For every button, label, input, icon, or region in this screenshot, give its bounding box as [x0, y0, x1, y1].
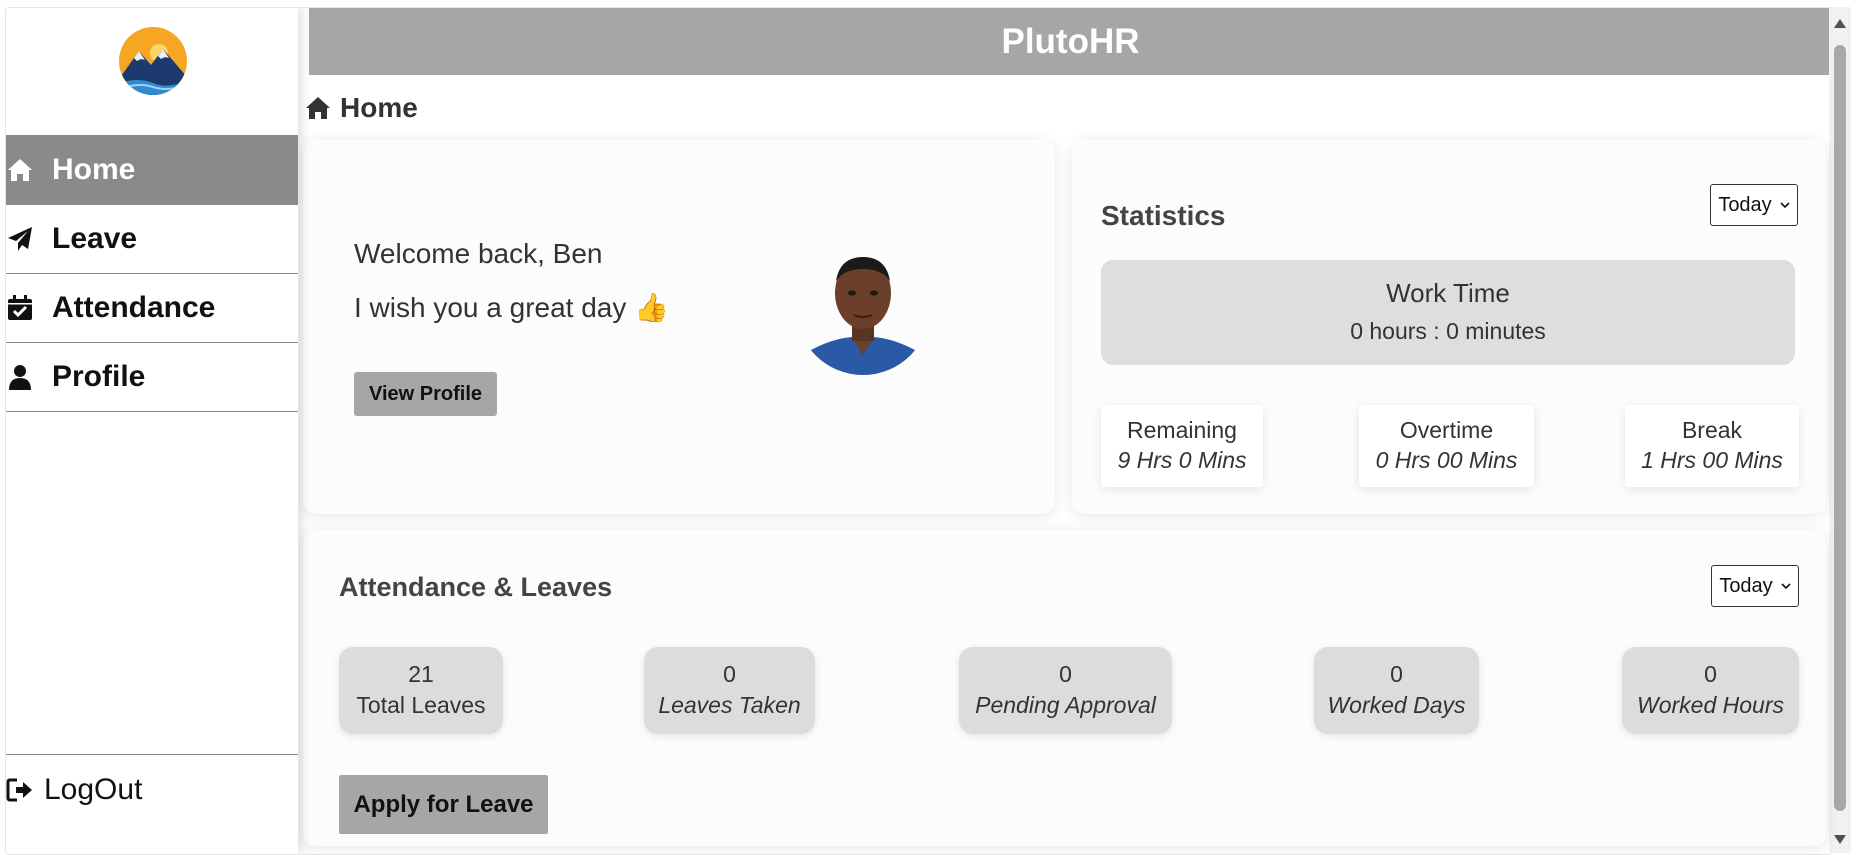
statistics-title: Statistics	[1101, 200, 1226, 231]
leaves-taken-stat: 0 Leaves Taken	[644, 647, 815, 734]
app-title: PlutoHR	[1001, 21, 1140, 61]
overtime-stat: Overtime 0 Hrs 00 Mins	[1359, 405, 1534, 487]
sidebar-item-home[interactable]: Home	[6, 136, 298, 205]
overtime-value: 0 Hrs 00 Mins	[1375, 447, 1518, 473]
work-time-value: 0 hours : 0 minutes	[1350, 318, 1546, 344]
period-value: Today	[1719, 574, 1773, 597]
worked-hours-stat: 0 Worked Hours	[1622, 647, 1799, 734]
chevron-down-icon	[1781, 583, 1791, 590]
scroll-up-arrow-icon[interactable]	[1834, 19, 1846, 28]
avatar	[796, 241, 930, 375]
scroll-thumb[interactable]	[1834, 45, 1846, 811]
worked-days-value: 0	[1390, 661, 1403, 687]
logout-button[interactable]: LogOut	[6, 754, 298, 825]
sidebar-item-label: Attendance	[52, 291, 216, 324]
break-stat: Break 1 Hrs 00 Mins	[1625, 405, 1799, 487]
welcome-greeting: Welcome back, Ben	[354, 238, 603, 269]
leaves-taken-label: Leaves Taken	[658, 692, 801, 718]
total-leaves-label: Total Leaves	[356, 692, 486, 718]
sidebar-item-leave[interactable]: Leave	[6, 205, 298, 274]
statistics-period-select[interactable]: Today	[1710, 184, 1798, 226]
calendar-check-icon	[6, 294, 52, 322]
worked-hours-value: 0	[1704, 661, 1717, 687]
total-leaves-stat: 21 Total Leaves	[339, 647, 503, 734]
paper-plane-icon	[6, 225, 52, 253]
work-time-label: Work Time	[1386, 278, 1510, 308]
statistics-card: Statistics Today Work Time 0 hours : 0 m…	[1072, 140, 1826, 514]
scroll-down-arrow-icon[interactable]	[1834, 835, 1846, 844]
worked-days-label: Worked Days	[1327, 692, 1466, 718]
remaining-label: Remaining	[1127, 417, 1237, 443]
app-header: PlutoHR	[309, 8, 1832, 75]
worked-hours-label: Worked Hours	[1637, 692, 1784, 718]
attendance-leaves-card: Attendance & Leaves Today 21 Total Leave…	[303, 530, 1826, 846]
period-value: Today	[1718, 193, 1772, 216]
breadcrumb-label: Home	[340, 92, 418, 123]
welcome-wish: I wish you a great day 👍	[354, 292, 670, 323]
break-value: 1 Hrs 00 Mins	[1641, 447, 1783, 473]
leaves-taken-value: 0	[723, 661, 736, 687]
logo-icon	[119, 27, 187, 95]
logout-label: LogOut	[44, 773, 143, 806]
attendance-period-select[interactable]: Today	[1711, 565, 1799, 607]
view-profile-button[interactable]: View Profile	[354, 372, 497, 416]
sign-out-icon	[6, 776, 44, 804]
sidebar-item-attendance[interactable]: Attendance	[6, 274, 298, 343]
user-icon	[6, 363, 52, 391]
break-label: Break	[1681, 417, 1743, 443]
chevron-down-icon	[1780, 202, 1790, 209]
overtime-label: Overtime	[1399, 417, 1494, 443]
total-leaves-value: 21	[408, 661, 434, 687]
apply-for-leave-button[interactable]: Apply for Leave	[339, 775, 548, 834]
remaining-value: 9 Hrs 0 Mins	[1117, 447, 1247, 473]
page-scrollbar[interactable]	[1829, 7, 1851, 853]
remaining-stat: Remaining 9 Hrs 0 Mins	[1101, 405, 1263, 487]
attendance-title: Attendance & Leaves	[339, 572, 613, 602]
home-icon	[306, 97, 330, 119]
sidebar-item-label: Profile	[52, 360, 146, 393]
breadcrumb: Home	[304, 92, 418, 124]
sidebar: Home Leave Attendance Profile LogOut	[6, 8, 298, 854]
worked-days-stat: 0 Worked Days	[1314, 647, 1479, 734]
pending-approval-label: Pending Approval	[975, 692, 1156, 718]
sidebar-nav: Home Leave Attendance Profile	[6, 135, 298, 412]
pending-approval-stat: 0 Pending Approval	[959, 647, 1172, 734]
home-icon	[6, 156, 52, 184]
sidebar-item-label: Leave	[52, 222, 138, 255]
user-photo	[796, 241, 930, 375]
welcome-card: Welcome back, Ben I wish you a great day…	[303, 140, 1055, 514]
work-time-panel: Work Time 0 hours : 0 minutes	[1101, 260, 1795, 365]
sidebar-item-profile[interactable]: Profile	[6, 343, 298, 412]
sidebar-item-label: Home	[52, 153, 136, 186]
pending-approval-value: 0	[1059, 661, 1072, 687]
